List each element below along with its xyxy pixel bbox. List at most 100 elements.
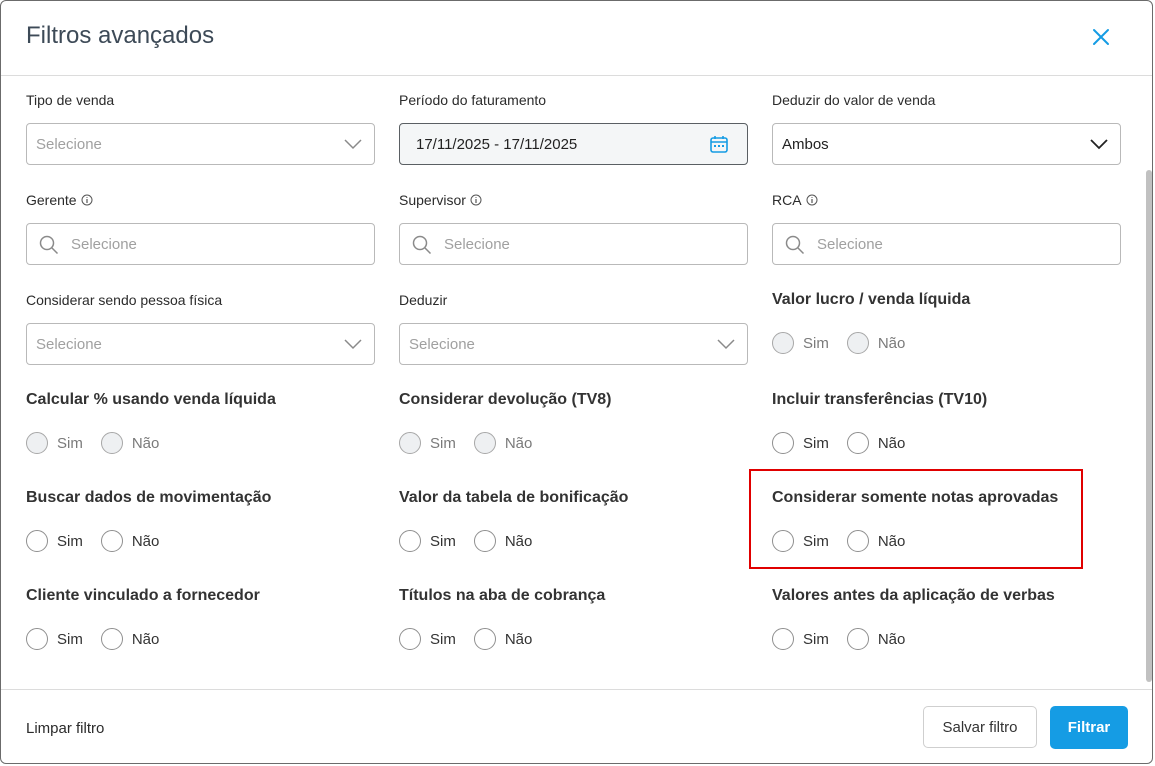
- radio-label-nao: Não: [877, 334, 906, 352]
- titulos-cobranca-label: Títulos na aba de cobrança: [399, 587, 606, 604]
- calcular-pct-radio-nao[interactable]: Não: [100, 432, 159, 454]
- save-filter-button[interactable]: Salvar filtro: [923, 706, 1037, 748]
- field-periodo: Período do faturamento 17/11/2025 - 17/1…: [399, 90, 748, 165]
- field-cliente-fornecedor: Cliente vinculado a fornecedor Sim Não: [26, 586, 375, 651]
- scrollbar[interactable]: [1144, 76, 1152, 688]
- valor-lucro-radio-nao[interactable]: Não: [846, 332, 906, 354]
- radio-label-sim: Sim: [803, 434, 829, 452]
- bonificacao-radio-group: Sim Não: [399, 529, 748, 553]
- tipo-venda-value: Selecione: [36, 135, 102, 153]
- pessoa-fisica-value: Selecione: [36, 335, 102, 353]
- valor-lucro-radio-sim[interactable]: Sim: [772, 332, 829, 354]
- radio-circle: [26, 628, 48, 650]
- radio-circle: [772, 628, 794, 650]
- radio-label-nao: Não: [504, 532, 533, 550]
- titulos-cobranca-radio-group: Sim Não: [399, 627, 748, 651]
- field-transferencias: Incluir transferências (TV10) Sim Não: [772, 390, 1121, 455]
- chevron-down-icon: [344, 339, 362, 350]
- transferencias-radio-nao[interactable]: Não: [846, 432, 906, 454]
- tipo-venda-label: Tipo de venda: [26, 92, 115, 108]
- movimentacao-radio-nao[interactable]: Não: [100, 530, 159, 552]
- movimentacao-label: Buscar dados de movimentação: [26, 489, 272, 506]
- close-button[interactable]: [1087, 23, 1115, 51]
- field-titulos-cobranca: Títulos na aba de cobrança Sim Não: [399, 586, 748, 651]
- radio-circle: [100, 432, 123, 454]
- notas-aprovadas-radio-sim[interactable]: Sim: [772, 530, 829, 552]
- advanced-filters-modal: Filtros avançados Tipo de venda Selecion…: [0, 0, 1153, 764]
- tipo-venda-select[interactable]: Selecione: [26, 123, 375, 165]
- pessoa-fisica-select[interactable]: Selecione: [26, 323, 375, 365]
- deduzir-valor-label: Deduzir do valor de venda: [772, 92, 936, 108]
- rca-placeholder: Selecione: [817, 235, 883, 253]
- field-bonificacao: Valor da tabela de bonificação Sim Não: [399, 488, 748, 553]
- calcular-pct-radio-sim[interactable]: Sim: [26, 432, 83, 454]
- supervisor-placeholder: Selecione: [444, 235, 510, 253]
- deduzir-value: Selecione: [409, 335, 475, 353]
- scrollbar-thumb[interactable]: [1146, 170, 1152, 682]
- pessoa-fisica-label: Considerar sendo pessoa física: [26, 292, 223, 308]
- periodo-value: 17/11/2025 - 17/11/2025: [416, 135, 578, 153]
- devolucao-label: Considerar devolução (TV8): [399, 391, 612, 408]
- gerente-search-input[interactable]: Selecione: [26, 223, 375, 265]
- radio-circle: [846, 432, 869, 454]
- titulos-cobranca-radio-sim[interactable]: Sim: [399, 628, 456, 650]
- supervisor-search-input[interactable]: Selecione: [399, 223, 748, 265]
- rca-label-text: RCA: [772, 192, 802, 208]
- filters-content: Tipo de venda Selecione Período do fatur…: [1, 76, 1142, 688]
- transferencias-radio-sim[interactable]: Sim: [772, 432, 829, 454]
- rca-search-input[interactable]: Selecione: [772, 223, 1121, 265]
- field-pessoa-fisica: Considerar sendo pessoa física Selecione: [26, 290, 375, 365]
- field-movimentacao: Buscar dados de movimentação Sim Não: [26, 488, 375, 553]
- movimentacao-radio-sim[interactable]: Sim: [26, 530, 83, 552]
- deduzir-valor-select[interactable]: Ambos: [772, 123, 1121, 165]
- radio-label-nao: Não: [131, 630, 160, 648]
- filter-button[interactable]: Filtrar: [1050, 706, 1128, 749]
- chevron-down-icon: [717, 339, 735, 350]
- search-icon: [412, 235, 432, 255]
- movimentacao-radio-group: Sim Não: [26, 529, 375, 553]
- info-icon: [81, 194, 93, 206]
- field-devolucao: Considerar devolução (TV8) Sim Não: [399, 390, 748, 455]
- notas-aprovadas-label: Considerar somente notas aprovadas: [772, 489, 1059, 506]
- cliente-fornecedor-radio-nao[interactable]: Não: [100, 628, 160, 650]
- cliente-fornecedor-radio-sim[interactable]: Sim: [26, 628, 83, 650]
- radio-label-nao: Não: [877, 532, 906, 550]
- radio-circle: [100, 530, 123, 552]
- radio-circle: [399, 530, 421, 552]
- radio-circle: [473, 432, 496, 454]
- radio-label-sim: Sim: [430, 532, 456, 550]
- radio-circle: [473, 530, 496, 552]
- chevron-down-icon: [344, 139, 362, 150]
- devolucao-radio-sim[interactable]: Sim: [399, 432, 456, 454]
- valores-verbas-label: Valores antes da aplicação de verbas: [772, 587, 1055, 604]
- gerente-label: Gerente: [26, 190, 375, 210]
- radio-circle: [399, 432, 421, 454]
- radio-label-sim: Sim: [803, 532, 829, 550]
- periodo-label: Período do faturamento: [399, 92, 547, 108]
- clear-filter-link[interactable]: Limpar filtro: [26, 720, 104, 737]
- radio-label-sim: Sim: [430, 434, 456, 452]
- periodo-date-picker[interactable]: 17/11/2025 - 17/11/2025: [399, 123, 748, 165]
- valores-verbas-radio-nao[interactable]: Não: [846, 628, 905, 650]
- valores-verbas-radio-sim[interactable]: Sim: [772, 628, 829, 650]
- valor-lucro-label: Valor lucro / venda líquida: [772, 291, 971, 308]
- titulos-cobranca-radio-nao[interactable]: Não: [473, 628, 533, 650]
- field-notas-aprovadas: Considerar somente notas aprovadas Sim N…: [772, 488, 1121, 553]
- modal-header: Filtros avançados: [1, 1, 1152, 76]
- field-valores-verbas: Valores antes da aplicação de verbas Sim…: [772, 586, 1121, 651]
- radio-circle: [100, 628, 123, 650]
- radio-label-nao: Não: [504, 630, 533, 648]
- radio-circle: [772, 530, 794, 552]
- notas-aprovadas-radio-nao[interactable]: Não: [846, 530, 906, 552]
- close-icon: [1093, 29, 1109, 45]
- devolucao-radio-nao[interactable]: Não: [473, 432, 532, 454]
- deduzir-select[interactable]: Selecione: [399, 323, 748, 365]
- bonificacao-radio-nao[interactable]: Não: [473, 530, 533, 552]
- calendar-icon: [710, 136, 728, 153]
- radio-label-nao: Não: [877, 434, 906, 452]
- field-deduzir-valor: Deduzir do valor de venda Ambos: [772, 90, 1121, 165]
- modal-footer: Limpar filtro Salvar filtro Filtrar: [1, 689, 1152, 763]
- radio-circle: [772, 332, 794, 354]
- bonificacao-radio-sim[interactable]: Sim: [399, 530, 456, 552]
- radio-circle: [846, 628, 869, 650]
